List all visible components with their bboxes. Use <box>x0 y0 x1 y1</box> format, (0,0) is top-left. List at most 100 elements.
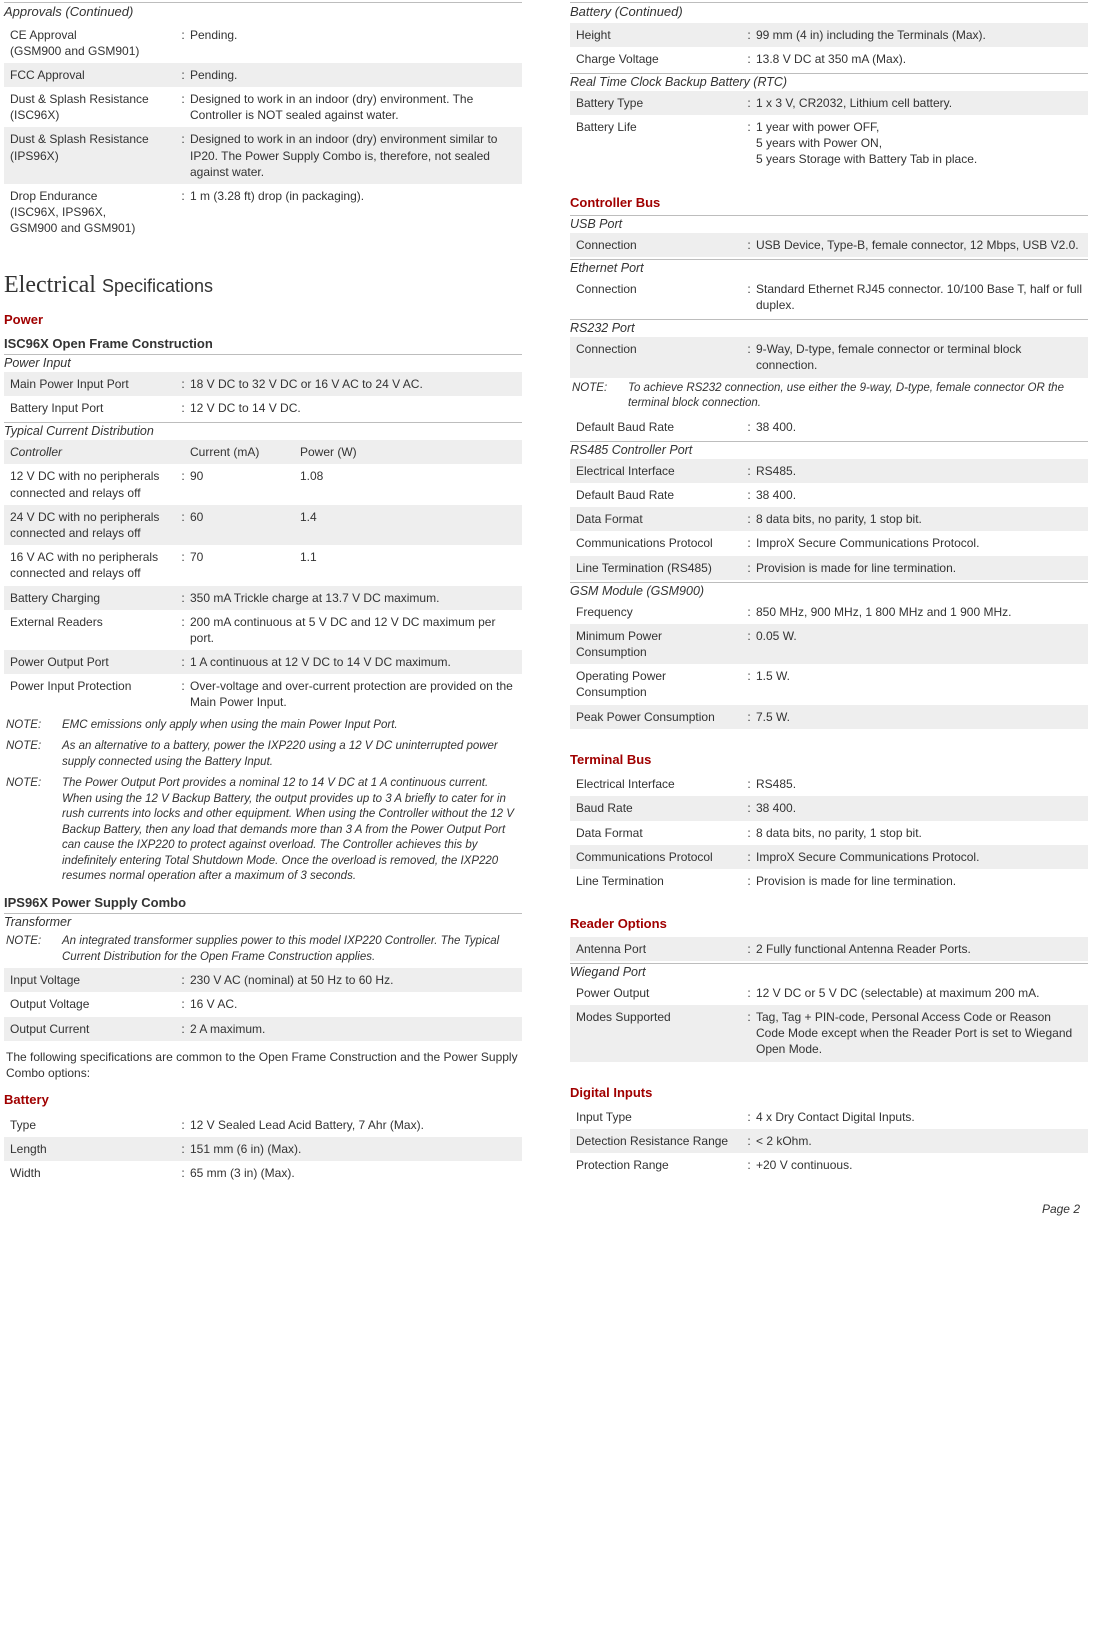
row-sep: : <box>176 91 190 107</box>
digital-row: Protection Range:+20 V continuous. <box>570 1153 1088 1177</box>
rtc-row: Battery Life:1 year with power OFF,5 yea… <box>570 115 1088 172</box>
approval-row: Drop Endurance(ISC96X, IPS96X,GSM900 and… <box>4 184 522 241</box>
reader-row: Antenna Port:2 Fully functional Antenna … <box>570 937 1088 961</box>
rtc-sub: Real Time Clock Backup Battery (RTC) <box>570 73 1088 91</box>
power-input-sub: Power Input <box>4 354 522 372</box>
tcd-row: Power Output Port:1 A continuous at 12 V… <box>4 650 522 674</box>
row-label: Connection <box>576 341 742 357</box>
wiegand-row: Power Output:12 V DC or 5 V DC (selectab… <box>570 981 1088 1005</box>
power-heading: Power <box>4 311 522 329</box>
rs485-row: Electrical Interface:RS485. <box>570 459 1088 483</box>
row-value: ImproX Secure Communications Protocol. <box>756 535 1082 551</box>
note-text: EMC emissions only apply when using the … <box>62 718 520 734</box>
approval-row: FCC Approval:Pending. <box>4 63 522 87</box>
row-sep: : <box>176 549 190 565</box>
battery-row: Charge Voltage:13.8 V DC at 350 mA (Max)… <box>570 47 1088 71</box>
battery-row: Height:99 mm (4 in) including the Termin… <box>570 23 1088 47</box>
row-label: Data Format <box>576 825 742 841</box>
row-current: 70 <box>190 549 300 565</box>
row-sep: : <box>742 535 756 551</box>
row-value: 2 A maximum. <box>190 1021 516 1037</box>
power-input-row: Main Power Input Port:18 V DC to 32 V DC… <box>4 372 522 396</box>
row-label: Electrical Interface <box>576 776 742 792</box>
row-label: Baud Rate <box>576 800 742 816</box>
row-value: 38 400. <box>756 487 1082 503</box>
tbus-row: Electrical Interface:RS485. <box>570 772 1088 796</box>
row-value: < 2 kOhm. <box>756 1133 1082 1149</box>
rs485-sub: RS485 Controller Port <box>570 441 1088 459</box>
common-para: The following specifications are common … <box>6 1049 520 1081</box>
approvals-continued: Approvals (Continued) <box>4 2 522 21</box>
row-value: 38 400. <box>756 800 1082 816</box>
row-value: Designed to work in an indoor (dry) envi… <box>190 131 516 180</box>
row-value: 1 year with power OFF,5 years with Power… <box>756 119 1082 168</box>
tbus-row: Line Termination:Provision is made for l… <box>570 869 1088 893</box>
rtc-row: Battery Type:1 x 3 V, CR2032, Lithium ce… <box>570 91 1088 115</box>
row-label: Length <box>10 1141 176 1157</box>
rs485-row: Line Termination (RS485):Provision is ma… <box>570 556 1088 580</box>
row-label: Dust & Splash Resistance (ISC96X) <box>10 91 176 123</box>
tcd-header: ControllerCurrent (mA)Power (W) <box>4 440 522 464</box>
tcd-row: Power Input Protection:Over-voltage and … <box>4 674 522 714</box>
row-value: 7.5 W. <box>756 709 1082 725</box>
row-sep: : <box>742 628 756 644</box>
row-label: Battery Type <box>576 95 742 111</box>
tcd-sub: Typical Current Distribution <box>4 422 522 440</box>
battery-heading: Battery <box>4 1091 522 1109</box>
tbus-row: Communications Protocol:ImproX Secure Co… <box>570 845 1088 869</box>
row-sep: : <box>176 376 190 392</box>
row-sep: : <box>176 67 190 83</box>
row-value: 65 mm (3 in) (Max). <box>190 1165 516 1181</box>
row-sep: : <box>742 560 756 576</box>
row-value: Provision is made for line termination. <box>756 560 1082 576</box>
rs232-row: Connection:9-Way, D-type, female connect… <box>570 337 1088 377</box>
row-current: 90 <box>190 468 300 484</box>
row-value: Standard Ethernet RJ45 connector. 10/100… <box>756 281 1082 313</box>
row-sep: : <box>742 487 756 503</box>
row-sep: : <box>176 1117 190 1133</box>
row-sep: : <box>176 1141 190 1157</box>
row-label: External Readers <box>10 614 176 630</box>
row-sep: : <box>742 511 756 527</box>
row-sep: : <box>742 849 756 865</box>
row-sep: : <box>176 614 190 630</box>
eth-row: Connection:Standard Ethernet RJ45 connec… <box>570 277 1088 317</box>
row-value: +20 V continuous. <box>756 1157 1082 1173</box>
row-sep: : <box>742 873 756 889</box>
row-sep: : <box>176 400 190 416</box>
note-text: An integrated transformer supplies power… <box>62 934 520 965</box>
row-value: 13.8 V DC at 350 mA (Max). <box>756 51 1082 67</box>
row-label: Detection Resistance Range <box>576 1133 742 1149</box>
row-sep: : <box>176 468 190 484</box>
battery-row: Length:151 mm (6 in) (Max). <box>4 1137 522 1161</box>
row-sep: : <box>742 1133 756 1149</box>
row-value: 850 MHz, 900 MHz, 1 800 MHz and 1 900 MH… <box>756 604 1082 620</box>
tcd-h-controller: Controller <box>10 444 176 460</box>
row-label: Operating Power Consumption <box>576 668 742 700</box>
row-label: Communications Protocol <box>576 535 742 551</box>
row-sep: : <box>176 1021 190 1037</box>
row-sep: : <box>742 281 756 297</box>
row-sep: : <box>742 1009 756 1025</box>
row-value: Pending. <box>190 67 516 83</box>
row-value: 18 V DC to 32 V DC or 16 V AC to 24 V AC… <box>190 376 516 392</box>
row-sep: : <box>742 941 756 957</box>
row-value: 1.5 W. <box>756 668 1082 684</box>
transformer-sub: Transformer <box>4 913 522 931</box>
row-sep: : <box>742 985 756 1001</box>
row-power: 1.1 <box>300 549 516 565</box>
row-label: Connection <box>576 237 742 253</box>
row-sep: : <box>742 95 756 111</box>
row-label: Battery Input Port <box>10 400 176 416</box>
row-label: 12 V DC with no peripherals connected an… <box>10 468 176 500</box>
row-sep: : <box>176 188 190 204</box>
row-value: 200 mA continuous at 5 V DC and 12 V DC … <box>190 614 516 646</box>
row-label: Default Baud Rate <box>576 487 742 503</box>
tcd-row: Battery Charging:350 mA Trickle charge a… <box>4 586 522 610</box>
row-label: Modes Supported <box>576 1009 742 1025</box>
row-label: Main Power Input Port <box>10 376 176 392</box>
row-value: 8 data bits, no parity, 1 stop bit. <box>756 511 1082 527</box>
row-value: 0.05 W. <box>756 628 1082 644</box>
note: NOTE:The Power Output Port provides a no… <box>4 773 522 888</box>
row-label: Dust & Splash Resistance (IPS96X) <box>10 131 176 163</box>
